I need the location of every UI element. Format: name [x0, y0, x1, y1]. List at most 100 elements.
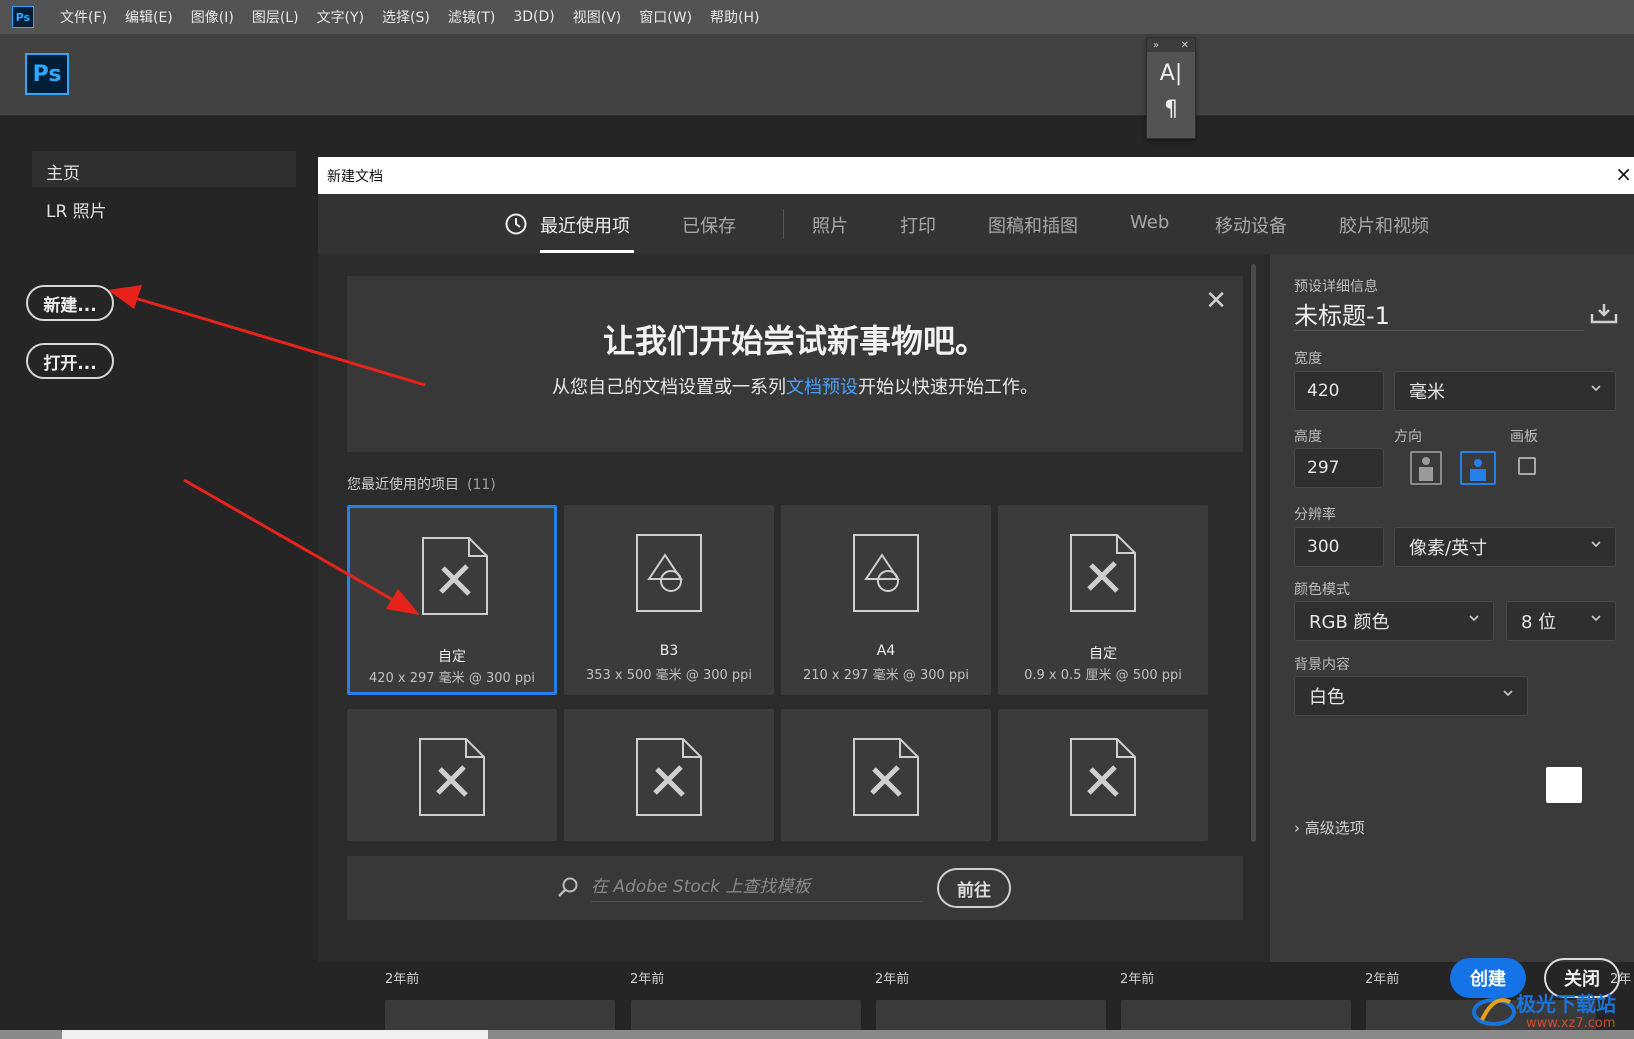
- menu-layer[interactable]: 图层(L): [252, 7, 299, 27]
- scrollbar-thumb[interactable]: [62, 1030, 488, 1039]
- tab-recent[interactable]: 最近使用项: [540, 212, 630, 238]
- banner-close-icon[interactable]: ✕: [1205, 286, 1227, 316]
- background-color-swatch[interactable]: [1546, 767, 1582, 803]
- background-select[interactable]: 白色: [1294, 676, 1528, 716]
- tab-print[interactable]: 打印: [900, 212, 936, 238]
- menu-bar: Ps 文件(F) 编辑(E) 图像(I) 图层(L) 文字(Y) 选择(S) 滤…: [0, 0, 1634, 35]
- tab-photo[interactable]: 照片: [812, 212, 848, 238]
- custom-doc-icon: [419, 738, 485, 816]
- options-bar: Ps: [0, 35, 1634, 116]
- collapse-icon[interactable]: »: [1153, 40, 1159, 51]
- content-scrollbar[interactable]: [1251, 264, 1256, 842]
- open-button[interactable]: 打开...: [26, 343, 114, 379]
- site-watermark: 极光下载站 www.xz7.com: [1468, 984, 1634, 1039]
- custom-doc-icon: [636, 738, 702, 816]
- watermark-logo-icon: [1472, 998, 1516, 1026]
- clock-icon: [505, 213, 527, 235]
- tab-saved[interactable]: 已保存: [682, 212, 736, 238]
- banner-subtext: 从您自己的文档设置或一系列文档预设开始以快速开始工作。: [347, 373, 1243, 399]
- bit-depth-select[interactable]: 8 位: [1506, 601, 1616, 641]
- new-button[interactable]: 新建...: [26, 285, 114, 321]
- preset-card[interactable]: 自定 420 x 297 毫米 @ 300 ppi: [347, 505, 557, 695]
- bit-depth-value: 8 位: [1521, 612, 1557, 633]
- welcome-banner: 让我们开始尝试新事物吧。 从您自己的文档设置或一系列文档预设开始以快速开始工作。…: [347, 276, 1243, 452]
- chevron-down-icon: [1591, 541, 1601, 548]
- go-button[interactable]: 前往: [937, 868, 1011, 908]
- document-name-field[interactable]: 未标题-1: [1294, 296, 1584, 331]
- color-mode-label: 颜色模式: [1294, 582, 1350, 598]
- menu-edit[interactable]: 编辑(E): [125, 7, 173, 27]
- portrait-orientation-button[interactable]: [1410, 451, 1442, 485]
- preset-size: 420 x 297 毫米 @ 300 ppi: [368, 671, 536, 686]
- preset-card[interactable]: A4 210 x 297 毫米 @ 300 ppi: [781, 505, 991, 695]
- width-unit-select[interactable]: 毫米: [1394, 371, 1616, 411]
- menu-3d[interactable]: 3D(D): [513, 9, 554, 25]
- document-presets-link[interactable]: 文档预设: [786, 377, 858, 398]
- advanced-options-toggle[interactable]: › 高级选项: [1294, 817, 1365, 838]
- height-label: 高度: [1294, 429, 1322, 445]
- horizontal-scrollbar[interactable]: [0, 1030, 1634, 1039]
- chevron-down-icon: [1469, 615, 1479, 622]
- recent-time: 2年前: [385, 972, 420, 987]
- resolution-input[interactable]: 300: [1294, 527, 1384, 567]
- preset-card[interactable]: B3 353 x 500 毫米 @ 300 ppi: [564, 505, 774, 695]
- resolution-unit-value: 像素/英寸: [1409, 538, 1488, 559]
- landscape-orientation-button[interactable]: [1460, 451, 1496, 485]
- custom-doc-icon: [1070, 738, 1136, 816]
- preset-tabs: 最近使用项 已保存 照片 打印 图稿和插图 Web 移动设备 胶片和视频: [318, 194, 1634, 255]
- save-preset-icon[interactable]: [1590, 302, 1618, 324]
- banner-heading: 让我们开始尝试新事物吧。: [602, 322, 987, 360]
- new-document-dialog: 新建文档 × 最近使用项 已保存 照片 打印 图稿和插图 Web 移动设备 胶片…: [318, 157, 1634, 998]
- height-input[interactable]: 297: [1294, 448, 1384, 488]
- dialog-close-icon[interactable]: ×: [1615, 162, 1632, 186]
- tab-mobile[interactable]: 移动设备: [1215, 212, 1287, 238]
- panel-header[interactable]: » ✕: [1147, 38, 1195, 52]
- dialog-title: 新建文档: [327, 169, 383, 185]
- paragraph-icon[interactable]: ¶: [1147, 96, 1195, 124]
- artboard-checkbox[interactable]: [1518, 457, 1536, 475]
- menu-select[interactable]: 选择(S): [382, 7, 430, 27]
- menu-image[interactable]: 图像(I): [191, 7, 234, 27]
- custom-doc-icon: [422, 537, 488, 615]
- preset-card[interactable]: 自定 0.9 x 0.5 厘米 @ 500 ppi: [998, 505, 1208, 695]
- preset-card[interactable]: [347, 709, 557, 841]
- preset-card[interactable]: [998, 709, 1208, 841]
- tab-web[interactable]: Web: [1130, 212, 1169, 233]
- watermark-text: 极光下载站: [1516, 992, 1616, 1016]
- preset-name: A4: [876, 643, 896, 659]
- recent-count: (11): [467, 477, 496, 493]
- recent-time: 2年前: [630, 972, 665, 987]
- preset-card[interactable]: [781, 709, 991, 841]
- recent-items-label: 您最近使用的项目 (11): [347, 474, 496, 494]
- menu-help[interactable]: 帮助(H): [710, 7, 759, 27]
- panel-close-icon[interactable]: ✕: [1181, 40, 1189, 51]
- width-label: 宽度: [1294, 351, 1322, 367]
- recent-time: 2年前: [1365, 972, 1400, 987]
- resolution-unit-select[interactable]: 像素/英寸: [1394, 527, 1616, 567]
- width-input[interactable]: 420: [1294, 371, 1384, 411]
- character-paragraph-panel[interactable]: » ✕ A| ¶: [1146, 37, 1196, 139]
- tab-film-video[interactable]: 胶片和视频: [1339, 212, 1429, 238]
- dialog-titlebar: 新建文档 ×: [318, 157, 1634, 194]
- portrait-icon: [1419, 457, 1433, 481]
- chevron-down-icon: [1503, 690, 1513, 697]
- preset-size: 0.9 x 0.5 厘米 @ 500 ppi: [1024, 668, 1182, 683]
- banner-text: 开始以快速开始工作。: [858, 377, 1038, 398]
- menu-file[interactable]: 文件(F): [60, 7, 107, 27]
- preset-card[interactable]: [564, 709, 774, 841]
- recent-time: 2年前: [875, 972, 910, 987]
- preset-size: 210 x 297 毫米 @ 300 ppi: [802, 668, 970, 683]
- menu-view[interactable]: 视图(V): [573, 7, 622, 27]
- menu-type[interactable]: 文字(Y): [317, 7, 364, 27]
- sidebar-item-home[interactable]: 主页: [32, 151, 296, 187]
- landscape-icon: [1470, 459, 1486, 481]
- color-mode-select[interactable]: RGB 颜色: [1294, 601, 1494, 641]
- menu-window[interactable]: 窗口(W): [639, 7, 692, 27]
- character-icon[interactable]: A|: [1147, 60, 1195, 88]
- menu-filter[interactable]: 滤镜(T): [448, 7, 495, 27]
- stock-search-input[interactable]: 在 Adobe Stock 上查找模板: [591, 873, 923, 902]
- sidebar-item-label: 主页: [46, 164, 80, 184]
- resolution-label: 分辨率: [1294, 507, 1336, 523]
- tab-art-illustration[interactable]: 图稿和插图: [988, 212, 1078, 238]
- sidebar-item-lr-photos[interactable]: LR 照片: [46, 197, 107, 222]
